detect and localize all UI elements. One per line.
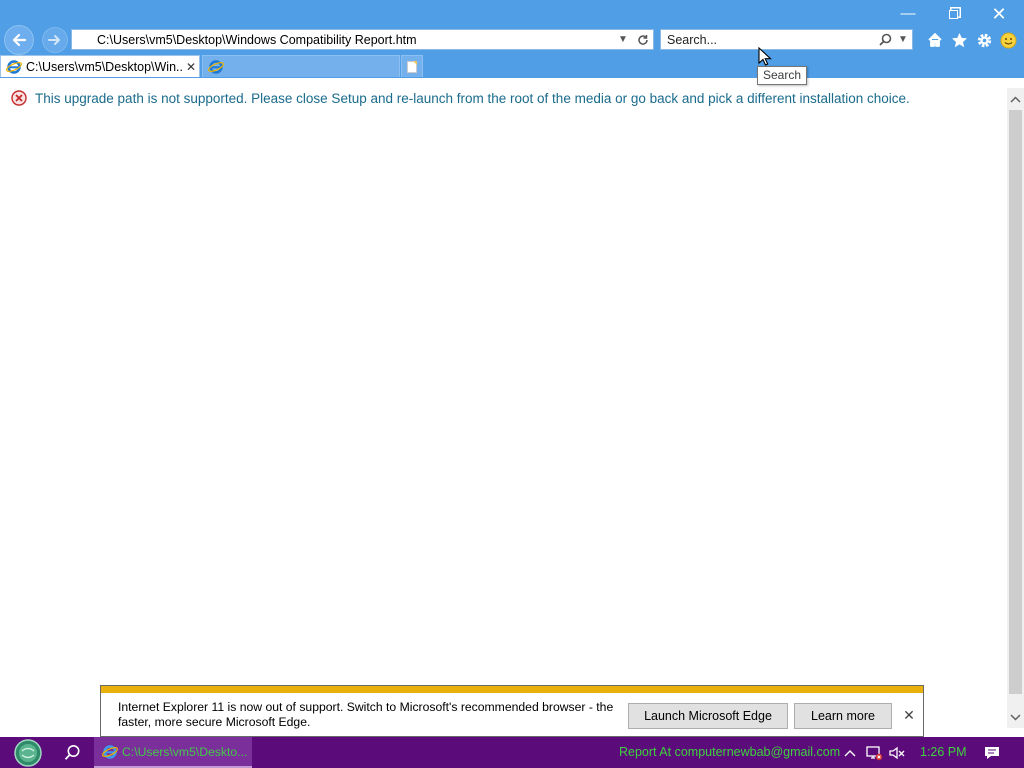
search-tooltip: Search: [757, 66, 808, 85]
settings-gear-icon[interactable]: [973, 29, 995, 51]
mouse-cursor-icon: [758, 47, 772, 66]
ie-icon: [102, 744, 118, 760]
feedback-smiley-icon[interactable]: [997, 29, 1019, 51]
scroll-up-button[interactable]: [1007, 90, 1024, 108]
tab-inactive[interactable]: [202, 55, 400, 77]
error-icon: [11, 90, 27, 106]
close-window-button[interactable]: ✕: [976, 2, 1022, 26]
page-content: This upgrade path is not supported. Plea…: [0, 78, 1007, 687]
address-dropdown-icon[interactable]: ▼: [613, 30, 633, 49]
taskbar-clock[interactable]: 1:26 PM: [920, 745, 967, 759]
search-box[interactable]: ▼: [660, 29, 913, 50]
error-row: This upgrade path is not supported. Plea…: [11, 90, 910, 106]
restore-button[interactable]: [930, 2, 976, 26]
browser-chrome: — ✕ C:\Users\vm5\Desktop\Windows Compati…: [0, 0, 1024, 78]
taskbar-report-text: Report At computernewbab@gmail.com: [619, 745, 841, 759]
learn-more-button[interactable]: Learn more: [794, 703, 892, 729]
address-url[interactable]: C:\Users\vm5\Desktop\Windows Compatibili…: [72, 33, 613, 47]
minimize-button[interactable]: —: [885, 2, 931, 26]
taskbar-app-title: C:\Users\vm5\Deskto...: [122, 744, 248, 759]
restore-icon: [948, 10, 958, 19]
show-hidden-icons-button[interactable]: [842, 737, 858, 768]
forward-arrow-icon: [48, 35, 60, 45]
forward-button[interactable]: [42, 27, 68, 53]
tab-close-button[interactable]: ✕: [183, 60, 199, 74]
network-icon[interactable]: [864, 737, 884, 768]
ie-icon: [208, 59, 224, 75]
chevron-down-icon: [1010, 713, 1021, 721]
tab-active[interactable]: C:\Users\vm5\Desktop\Win... ✕: [0, 55, 200, 77]
launch-edge-button[interactable]: Launch Microsoft Edge: [628, 703, 788, 729]
notification-close-button[interactable]: ✕: [901, 705, 917, 725]
refresh-icon[interactable]: [633, 30, 653, 49]
search-dropdown-icon[interactable]: ▼: [894, 30, 912, 49]
start-button[interactable]: [10, 737, 46, 768]
favorites-star-icon[interactable]: [948, 29, 970, 51]
search-input[interactable]: [661, 32, 876, 47]
notification-text: Internet Explorer 11 is now out of suppo…: [118, 700, 614, 729]
ie-retirement-notification: Internet Explorer 11 is now out of suppo…: [100, 685, 924, 737]
action-center-icon[interactable]: [980, 737, 1004, 768]
vertical-scrollbar[interactable]: [1007, 88, 1024, 728]
new-tab-icon: [407, 60, 417, 73]
back-arrow-icon: [12, 33, 27, 47]
search-icon: [64, 745, 79, 760]
error-message: This upgrade path is not supported. Plea…: [35, 90, 910, 106]
notification-stripe: [101, 686, 923, 693]
start-orb-icon: [14, 738, 42, 767]
taskbar-app-ie[interactable]: C:\Users\vm5\Deskto...: [94, 737, 252, 768]
new-tab-button[interactable]: [401, 55, 423, 77]
chevron-up-icon: [844, 749, 856, 756]
volume-muted-icon[interactable]: [887, 737, 907, 768]
taskbar: C:\Users\vm5\Deskto... Report At compute…: [0, 737, 1024, 768]
search-icon[interactable]: [876, 30, 894, 49]
taskbar-search-button[interactable]: [58, 737, 86, 768]
back-button[interactable]: [4, 25, 34, 55]
address-bar[interactable]: C:\Users\vm5\Desktop\Windows Compatibili…: [71, 29, 654, 50]
ie-icon: [6, 59, 22, 75]
scroll-down-button[interactable]: [1007, 708, 1024, 726]
tab-title: C:\Users\vm5\Desktop\Win...: [26, 59, 183, 74]
home-icon[interactable]: [924, 29, 946, 51]
chevron-up-icon: [1010, 95, 1021, 103]
scroll-thumb[interactable]: [1009, 110, 1022, 694]
